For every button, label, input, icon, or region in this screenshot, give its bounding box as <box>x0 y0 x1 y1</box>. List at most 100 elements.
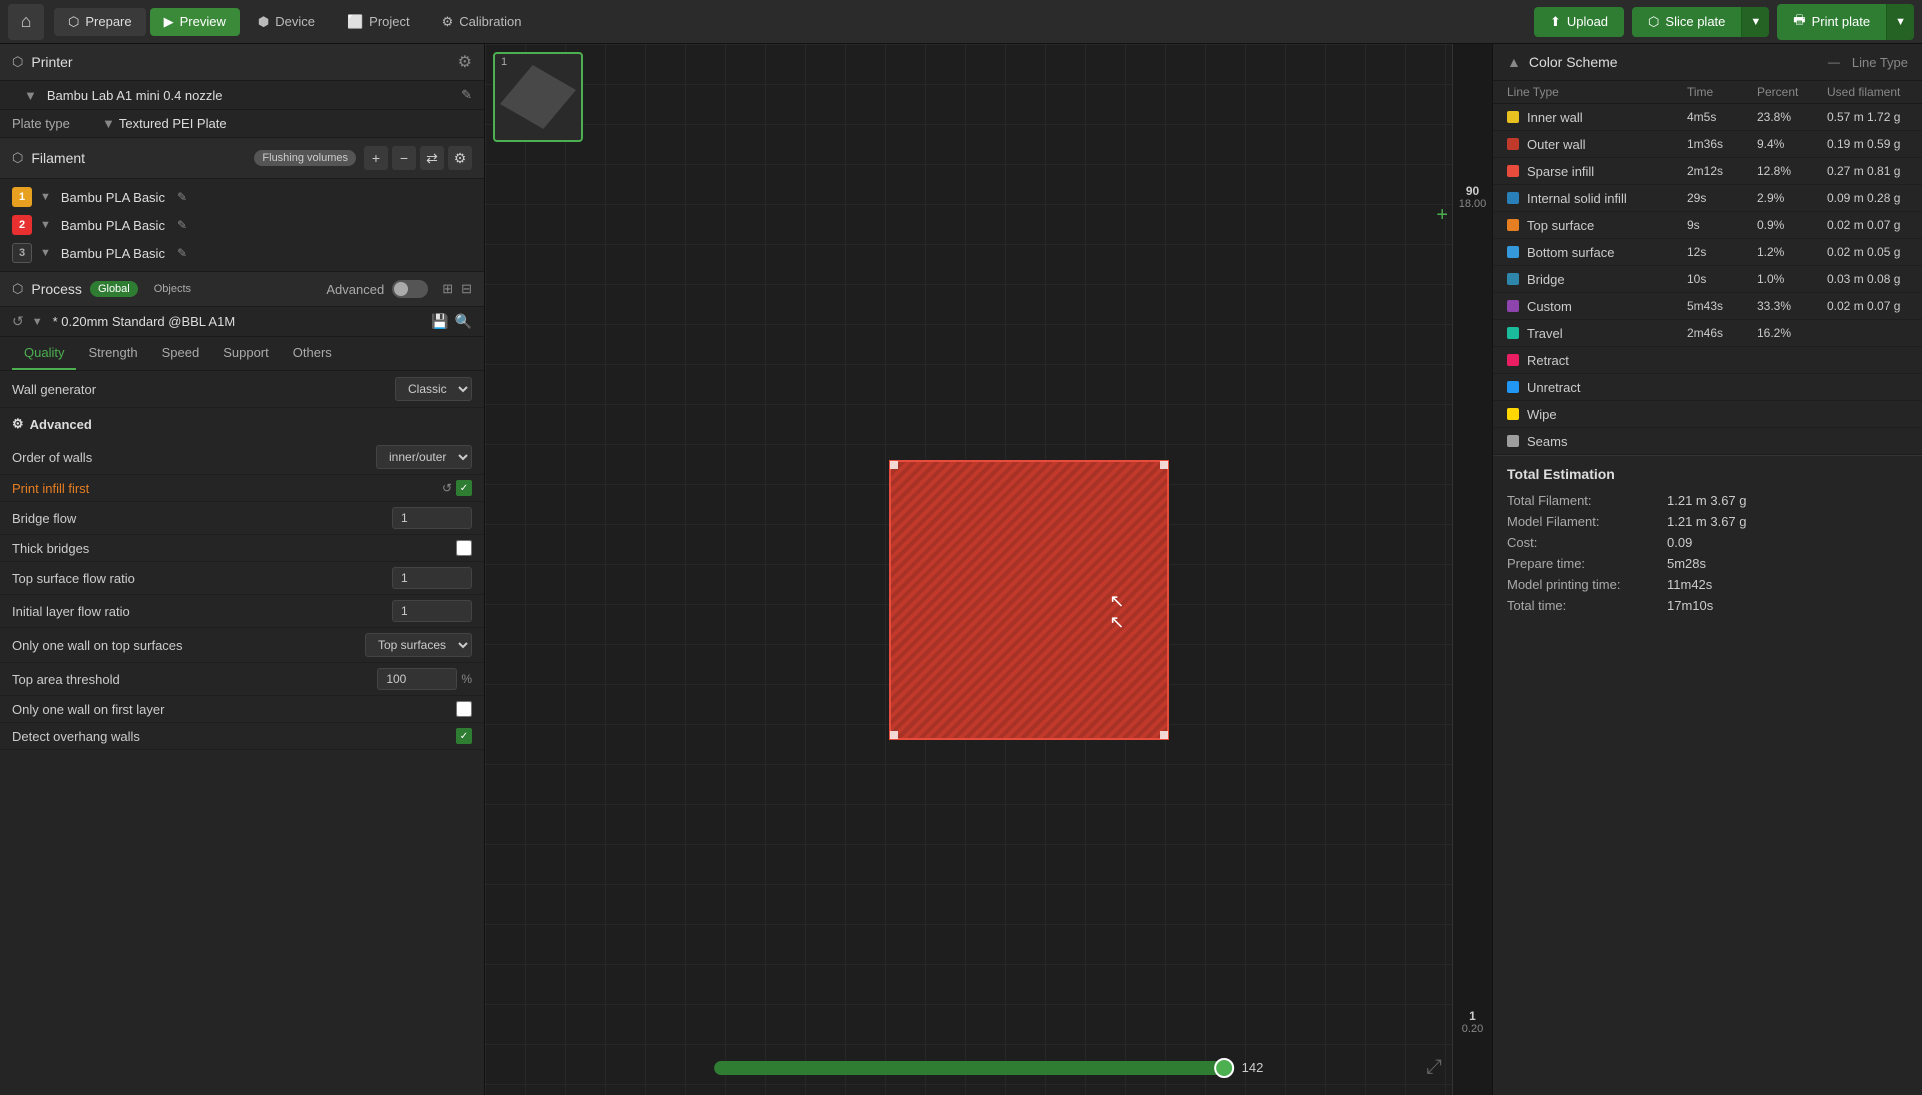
tab-calibration[interactable]: ⚙ Calibration <box>428 8 536 36</box>
tab-prepare[interactable]: ⬡ Prepare <box>54 8 146 36</box>
filament-dropdown-2: ▼ <box>40 219 51 231</box>
advanced-title-text: Advanced <box>30 417 92 432</box>
corner-bl <box>890 731 898 739</box>
param-bridge-flow: Bridge flow <box>0 502 484 535</box>
color-fil-1: 0.19 m 0.59 g <box>1827 137 1922 151</box>
tab-support[interactable]: Support <box>211 337 281 370</box>
thumbnail-item-1[interactable]: 1 <box>493 52 583 142</box>
est-row-4: Model printing time: 11m42s <box>1507 574 1908 595</box>
detect-overhang-checkbox[interactable]: ✓ <box>456 728 472 744</box>
nav-right-buttons: ⬆ Upload ⬡ Slice plate ▼ 🖶 Print plate ▼ <box>1534 4 1914 40</box>
filament-sync-button[interactable]: ⇄ <box>420 146 444 170</box>
collapse-icon[interactable]: ▲ <box>1507 54 1521 70</box>
zoom-plus-icon[interactable]: + <box>1436 204 1448 227</box>
reset-profile-icon[interactable]: ↺ <box>12 313 24 330</box>
tab-speed[interactable]: Speed <box>150 337 212 370</box>
home-button[interactable]: ⌂ <box>8 4 44 40</box>
color-label-12: Seams <box>1507 434 1687 449</box>
est-row-1: Model Filament: 1.21 m 3.67 g <box>1507 511 1908 532</box>
ruler-bottom-val: 1 <box>1462 1009 1483 1023</box>
color-fil-5: 0.02 m 0.05 g <box>1827 245 1922 259</box>
filament-edit-3[interactable]: ✎ <box>177 246 187 260</box>
advanced-toggle-label: Advanced <box>326 282 384 297</box>
filament-settings-button[interactable]: ⚙ <box>448 146 472 170</box>
profile-name: * 0.20mm Standard @BBL A1M <box>53 314 236 329</box>
top-area-threshold-input[interactable] <box>377 668 457 690</box>
est-label-5: Total time: <box>1507 598 1667 613</box>
print-dropdown-button[interactable]: ▼ <box>1886 4 1914 40</box>
tab-strength[interactable]: Strength <box>76 337 149 370</box>
param-order-walls: Order of walls inner/outer <box>0 440 484 475</box>
param-detect-overhang: Detect overhang walls ✓ <box>0 723 484 750</box>
filament-num-3: 3 <box>12 243 32 263</box>
est-row-5: Total time: 17m10s <box>1507 595 1908 616</box>
panel-content: Wall generator Classic ⚙ Advanced Order … <box>0 371 484 1095</box>
process-layout-icon[interactable]: ⊞ <box>442 281 453 297</box>
color-fil-7: 0.02 m 0.07 g <box>1827 299 1922 313</box>
expand-icon[interactable]: ⤢ <box>1426 1056 1442 1079</box>
filament-edit-1[interactable]: ✎ <box>177 190 187 204</box>
model-square[interactable] <box>889 460 1169 740</box>
plate-type-row: Plate type ▼ Textured PEI Plate <box>0 110 484 138</box>
slice-dropdown-button[interactable]: ▼ <box>1741 7 1769 37</box>
bridge-flow-input[interactable] <box>392 507 472 529</box>
search-icon[interactable]: 🔍 <box>455 313 472 330</box>
color-name-4: Top surface <box>1527 218 1594 233</box>
color-row-6: Bridge 10s 1.0% 0.03 m 0.08 g ✓ <box>1493 266 1922 293</box>
est-label-1: Model Filament: <box>1507 514 1667 529</box>
filament-remove-button[interactable]: − <box>392 146 416 170</box>
tab-others[interactable]: Others <box>281 337 344 370</box>
param-top-area-threshold-label: Top area threshold <box>12 672 377 687</box>
printer-gear-icon[interactable]: ⚙ <box>458 52 472 72</box>
badge-global[interactable]: Global <box>90 281 138 297</box>
wall-gen-dropdown[interactable]: Classic <box>395 377 472 401</box>
color-time-4: 9s <box>1687 218 1757 232</box>
color-row-0: Inner wall 4m5s 23.8% 0.57 m 1.72 g ✓ <box>1493 104 1922 131</box>
color-time-3: 29s <box>1687 191 1757 205</box>
tab-quality[interactable]: Quality <box>12 337 76 370</box>
slider-track[interactable] <box>714 1061 1234 1075</box>
wall-gen-row: Wall generator Classic <box>0 371 484 408</box>
est-row-0: Total Filament: 1.21 m 3.67 g <box>1507 490 1908 511</box>
slice-label: Slice plate <box>1665 14 1725 29</box>
color-dot-2 <box>1507 165 1519 177</box>
tab-project[interactable]: ⬜ Project <box>333 8 424 36</box>
param-print-infill-label: Print infill first <box>12 481 442 496</box>
color-time-0: 4m5s <box>1687 110 1757 124</box>
viewport[interactable]: 1 ↖ 142 ⤢ <box>485 44 1492 1095</box>
print-plate-button[interactable]: 🖶 Print plate <box>1777 4 1886 40</box>
tab-preview[interactable]: ▶ Preview <box>150 8 240 36</box>
filament-add-button[interactable]: + <box>364 146 388 170</box>
top-surface-flow-input[interactable] <box>392 567 472 589</box>
upload-button[interactable]: ⬆ Upload <box>1534 7 1624 37</box>
param-one-wall-top: Only one wall on top surfaces Top surfac… <box>0 628 484 663</box>
initial-layer-flow-input[interactable] <box>392 600 472 622</box>
process-profile-row: ↺ ▼ * 0.20mm Standard @BBL A1M 💾 🔍 <box>0 307 484 337</box>
badge-objects[interactable]: Objects <box>146 281 199 297</box>
tab-device[interactable]: ⬢ Device <box>244 8 329 36</box>
printer-edit-icon[interactable]: ✎ <box>461 87 472 103</box>
one-wall-first-checkbox[interactable] <box>456 701 472 717</box>
one-wall-top-dropdown[interactable]: Top surfaces <box>365 633 472 657</box>
flushing-volumes-badge[interactable]: Flushing volumes <box>254 150 356 166</box>
order-walls-dropdown[interactable]: inner/outer <box>376 445 472 469</box>
advanced-toggle[interactable] <box>392 280 428 298</box>
estimation-section: Total Estimation Total Filament: 1.21 m … <box>1493 455 1922 626</box>
save-icon[interactable]: 💾 <box>431 313 448 330</box>
filament-edit-2[interactable]: ✎ <box>177 218 187 232</box>
reset-print-infill-icon[interactable]: ↺ <box>442 481 452 495</box>
print-button-group: 🖶 Print plate ▼ <box>1777 4 1914 40</box>
process-objects-icon[interactable]: ⊟ <box>461 281 472 297</box>
print-infill-checkbox[interactable]: ✓ <box>456 480 472 496</box>
printer-section-icon: ⬡ <box>12 54 23 70</box>
est-label-4: Model printing time: <box>1507 577 1667 592</box>
right-ruler: 90 18.00 + 1 0.20 <box>1452 44 1492 1095</box>
upload-icon: ⬆ <box>1550 14 1561 30</box>
thick-bridges-checkbox[interactable] <box>456 540 472 556</box>
color-time-8: 2m46s <box>1687 326 1757 340</box>
slice-plate-button[interactable]: ⬡ Slice plate <box>1632 7 1741 37</box>
slider-thumb[interactable] <box>1214 1058 1234 1078</box>
corner-tr <box>1160 461 1168 469</box>
color-dot-0 <box>1507 111 1519 123</box>
color-name-12: Seams <box>1527 434 1567 449</box>
